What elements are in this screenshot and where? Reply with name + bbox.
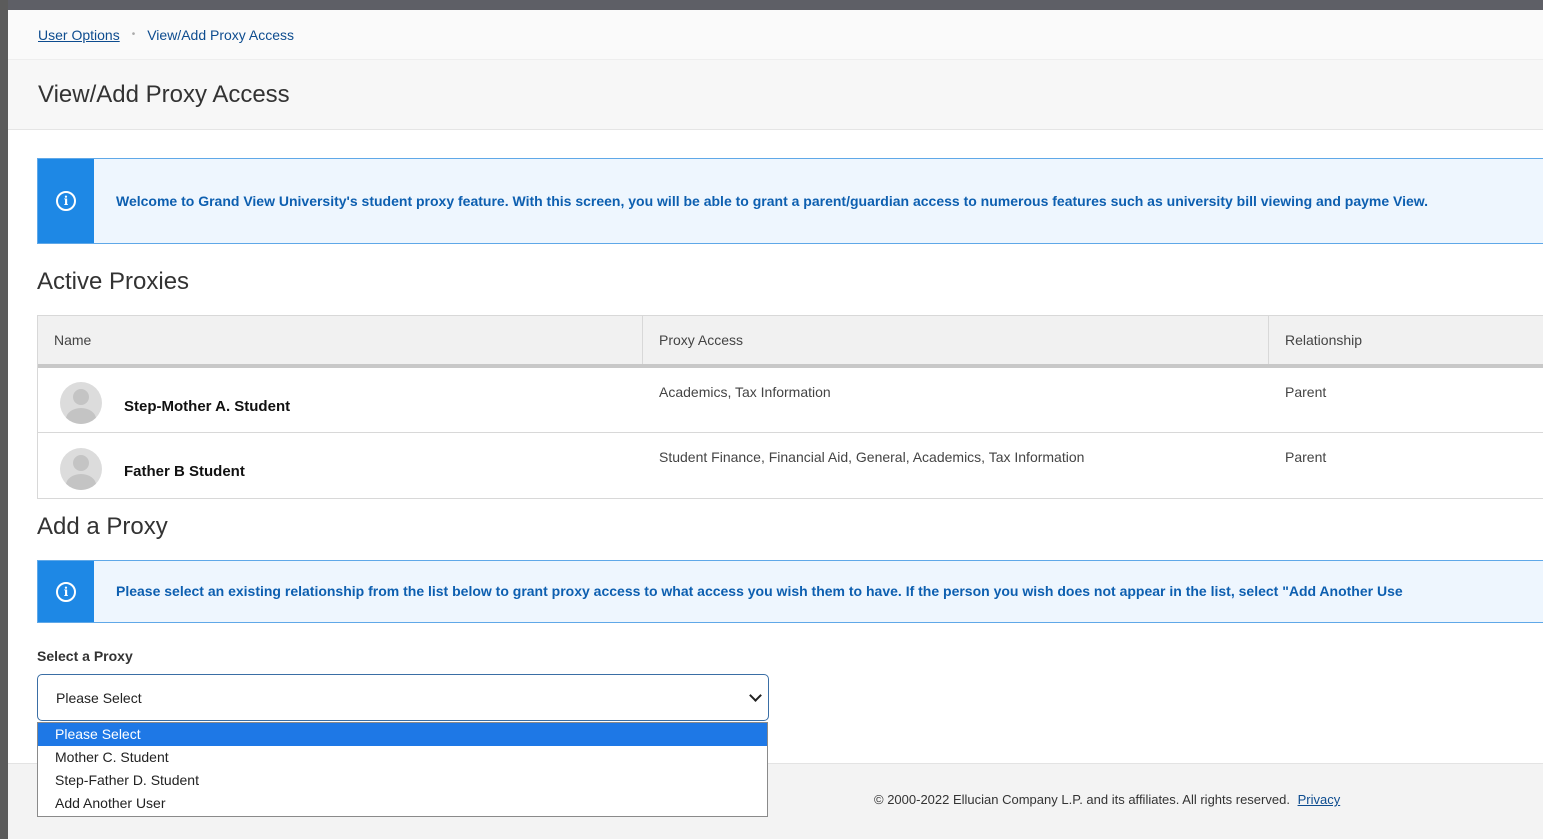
option-add-another-user[interactable]: Add Another User	[38, 792, 767, 815]
welcome-notice: i Welcome to Grand View University's stu…	[37, 158, 1543, 244]
add-proxy-notice: i Please select an existing relationship…	[37, 560, 1543, 623]
avatar	[60, 382, 102, 424]
option-mother-c-student[interactable]: Mother C. Student	[38, 746, 767, 769]
info-icon: i	[56, 191, 76, 211]
proxy-relationship-cell: Parent	[1285, 384, 1327, 400]
avatar	[60, 447, 102, 490]
welcome-notice-text: Welcome to Grand View University's stude…	[116, 192, 1429, 209]
breadcrumb-separator: •	[131, 29, 136, 40]
column-header-proxy-access: Proxy Access	[643, 316, 1269, 364]
proxy-access-cell: Student Finance, Financial Aid, General,…	[659, 449, 1085, 465]
breadcrumb-current: View/Add Proxy Access	[147, 26, 295, 43]
notice-icon-column: i	[38, 159, 94, 243]
privacy-link[interactable]: Privacy	[1298, 792, 1341, 807]
active-proxies-heading: Active Proxies	[37, 268, 190, 295]
select-proxy-options-list: Please Select Mother C. Student Step-Fat…	[37, 722, 768, 817]
add-proxy-notice-text: Please select an existing relationship f…	[116, 583, 1403, 599]
proxy-name-cell: Father B Student	[38, 433, 643, 498]
chevron-down-icon	[749, 689, 762, 702]
left-frame-bar	[0, 0, 8, 839]
proxy-name[interactable]: Father B Student	[124, 463, 245, 480]
proxy-access-cell: Academics, Tax Information	[659, 384, 831, 400]
top-header-bar	[8, 0, 1543, 10]
column-header-relationship: Relationship	[1285, 332, 1363, 348]
column-header-name: Name	[38, 316, 643, 364]
table-row[interactable]: Father B Student Student Finance, Financ…	[38, 433, 1543, 498]
option-step-father-d-student[interactable]: Step-Father D. Student	[38, 769, 767, 792]
select-proxy-value: Please Select	[56, 689, 142, 706]
breadcrumb-user-options-link[interactable]: User Options	[38, 27, 120, 43]
info-icon: i	[56, 581, 76, 602]
proxy-name[interactable]: Step-Mother A. Student	[124, 398, 290, 415]
proxy-name-cell: Step-Mother A. Student	[38, 368, 643, 432]
footer-copyright: © 2000-2022 Ellucian Company L.P. and it…	[874, 792, 1340, 807]
active-proxies-table: Name Proxy Access Relationship Step-Moth…	[37, 315, 1543, 499]
proxy-relationship-cell: Parent	[1285, 449, 1327, 465]
page-title: View/Add Proxy Access	[8, 60, 1543, 130]
select-proxy-dropdown[interactable]: Please Select	[37, 674, 769, 721]
add-proxy-heading: Add a Proxy	[37, 513, 168, 540]
notice-icon-column: i	[38, 561, 94, 622]
table-header: Name Proxy Access Relationship	[38, 316, 1543, 368]
option-please-select[interactable]: Please Select	[38, 723, 767, 746]
select-proxy-label: Select a Proxy	[37, 648, 133, 664]
copyright-text: © 2000-2022 Ellucian Company L.P. and it…	[874, 792, 1290, 807]
table-row[interactable]: Step-Mother A. Student Academics, Tax In…	[38, 368, 1543, 433]
breadcrumb: User Options • View/Add Proxy Access	[8, 10, 1543, 60]
